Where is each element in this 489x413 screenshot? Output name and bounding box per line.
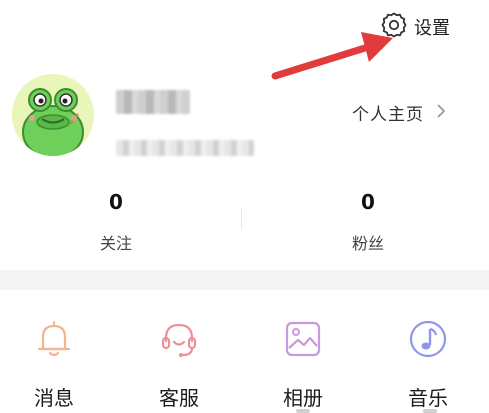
fans-label: 粉丝 xyxy=(351,234,384,253)
bell-icon xyxy=(31,316,77,366)
user-id-redacted xyxy=(116,140,254,156)
shortcut-customer-service[interactable]: 客服 xyxy=(134,316,224,411)
page-indicator xyxy=(423,409,437,413)
chevron-right-icon xyxy=(434,102,448,124)
fans-stat[interactable]: 0 粉丝 xyxy=(308,188,428,254)
personal-homepage-label: 个人主页 xyxy=(352,105,424,125)
page-indicator xyxy=(296,409,310,413)
shortcut-music[interactable]: 音乐 xyxy=(383,316,473,411)
frog-avatar-icon xyxy=(12,74,94,156)
music-note-icon xyxy=(405,316,451,366)
headset-icon xyxy=(156,316,202,366)
following-label: 关注 xyxy=(99,234,132,253)
avatar[interactable] xyxy=(12,74,94,156)
section-divider xyxy=(0,270,489,290)
following-count: 0 xyxy=(109,190,123,214)
shortcut-label: 客服 xyxy=(159,386,199,410)
shortcut-album[interactable]: 相册 xyxy=(258,316,348,411)
shortcut-label: 消息 xyxy=(34,386,74,410)
fans-count: 0 xyxy=(361,190,375,214)
settings-label: 设置 xyxy=(414,18,450,39)
following-stat[interactable]: 0 关注 xyxy=(56,188,176,254)
stat-divider xyxy=(241,208,242,230)
shortcut-label: 音乐 xyxy=(408,386,448,410)
picture-icon xyxy=(280,316,326,366)
annotation-arrow-icon xyxy=(271,32,393,80)
shortcut-label: 相册 xyxy=(283,386,323,410)
personal-homepage-link[interactable]: 个人主页 xyxy=(352,100,448,125)
user-name-redacted xyxy=(116,90,190,114)
shortcut-messages[interactable]: 消息 xyxy=(9,316,99,411)
